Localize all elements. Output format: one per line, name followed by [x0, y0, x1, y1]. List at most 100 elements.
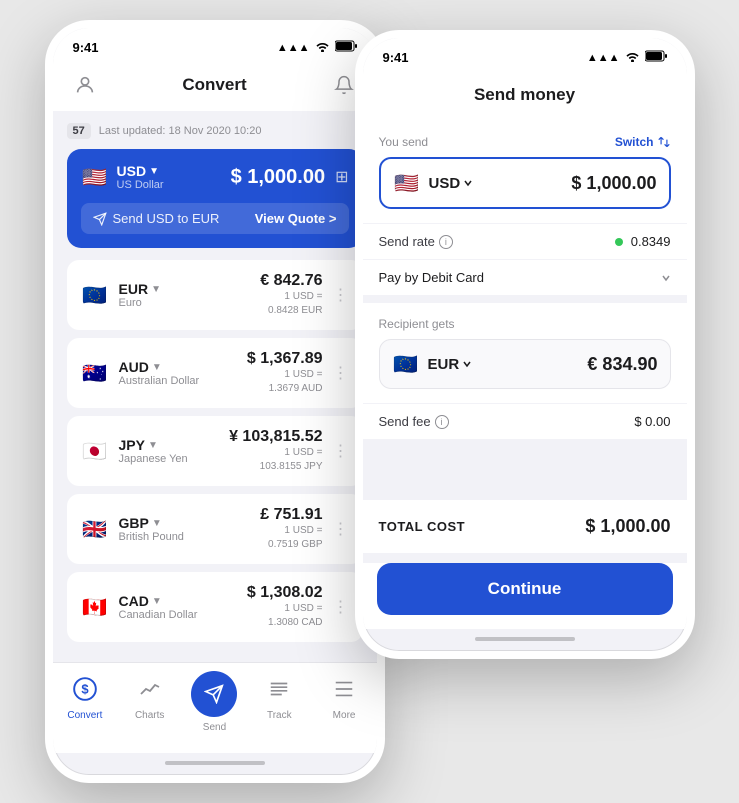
convert-tab-icon: $ — [67, 671, 103, 707]
update-badge: 57 — [67, 123, 91, 139]
send-flag: 🇺🇸 — [393, 169, 421, 197]
you-send-row[interactable]: 🇺🇸 USD $ 1,000.00 — [379, 157, 671, 209]
you-send-label: You send Switch — [379, 135, 671, 149]
send-currency-code: USD — [429, 175, 474, 192]
calculator-icon[interactable]: ⊞ — [335, 167, 348, 187]
eur-options[interactable]: ⋮ — [333, 285, 349, 305]
eur-name: Euro — [119, 297, 161, 309]
continue-button[interactable]: Continue — [377, 563, 673, 615]
usd-flag: 🇺🇸 — [81, 163, 109, 191]
from-currency-code: USD ▼ — [117, 163, 164, 179]
gbp-code: GBP ▼ — [119, 515, 184, 531]
send-fee-info-icon[interactable]: i — [435, 415, 449, 429]
aud-name: Australian Dollar — [119, 375, 200, 387]
tab-convert[interactable]: $ Convert — [60, 671, 110, 733]
currency-row-eur[interactable]: 🇪🇺 EUR ▼ Euro € 842.76 1 USD =0.8428 EUR… — [67, 260, 363, 330]
currency-row-aud[interactable]: 🇦🇺 AUD ▼ Australian Dollar $ 1,367.89 1 … — [67, 338, 363, 408]
home-indicator-2 — [475, 637, 575, 641]
chevron-down-icon — [661, 273, 671, 283]
cad-rate: 1 USD =1.3080 CAD — [247, 602, 323, 630]
page-title-1: Convert — [182, 75, 246, 95]
eur-code: EUR ▼ — [119, 281, 161, 297]
tab-track[interactable]: Track — [254, 671, 304, 733]
last-updated-text: Last updated: 18 Nov 2020 10:20 — [99, 125, 262, 137]
send-rate-info-icon[interactable]: i — [439, 235, 453, 249]
pay-method-row[interactable]: Pay by Debit Card — [363, 260, 687, 295]
status-time-2: 9:41 — [383, 50, 409, 65]
tab-more[interactable]: More — [319, 671, 369, 733]
aud-amount: $ 1,367.89 — [247, 350, 323, 368]
cad-name: Canadian Dollar — [119, 609, 198, 621]
send-fee-label: Send fee i — [379, 414, 449, 429]
tab-send[interactable]: Send — [189, 671, 239, 733]
recipient-gets-row[interactable]: 🇪🇺 EUR € 834.90 — [379, 339, 671, 389]
gbp-flag: 🇬🇧 — [81, 515, 109, 543]
currency-row-cad[interactable]: 🇨🇦 CAD ▼ Canadian Dollar $ 1,308.02 1 US… — [67, 572, 363, 642]
recipient-currency-code: EUR — [428, 356, 473, 373]
tab-charts[interactable]: Charts — [125, 671, 175, 733]
total-cost-row: TOTAL COST $ 1,000.00 — [363, 499, 687, 553]
send-rate-row: Send rate i 0.8349 — [363, 224, 687, 259]
tab-more-label: More — [333, 710, 356, 721]
green-dot-icon — [615, 238, 623, 246]
switch-button[interactable]: Switch — [615, 135, 671, 149]
from-currency-selector[interactable]: 🇺🇸 USD ▼ US Dollar — [81, 163, 164, 191]
wifi-icon — [315, 40, 330, 55]
svg-text:$: $ — [81, 681, 89, 696]
nav-bar-1: Convert — [53, 61, 377, 111]
send-rate-value: 0.8349 — [615, 234, 670, 249]
jpy-options[interactable]: ⋮ — [333, 441, 349, 461]
nav-bar-2: Send money — [363, 71, 687, 121]
jpy-code: JPY ▼ — [119, 437, 188, 453]
from-currency-name: US Dollar — [117, 179, 164, 191]
tab-bar-1: $ Convert Charts — [53, 662, 377, 753]
recipient-gets-section: Recipient gets 🇪🇺 EUR € 834.90 — [363, 303, 687, 403]
phone-convert: 9:41 ▲▲▲ Convert 57 — [45, 20, 385, 783]
status-icons-2: ▲▲▲ — [587, 50, 667, 65]
tab-convert-label: Convert — [67, 710, 102, 721]
signal-icon-2: ▲▲▲ — [587, 52, 620, 64]
battery-icon — [335, 40, 357, 55]
last-updated-bar: 57 Last updated: 18 Nov 2020 10:20 — [67, 123, 363, 139]
main-content-1: 57 Last updated: 18 Nov 2020 10:20 🇺🇸 US… — [53, 111, 377, 662]
spacer — [363, 439, 687, 499]
gbp-options[interactable]: ⋮ — [333, 519, 349, 539]
gbp-name: British Pound — [119, 531, 184, 543]
pay-method-label: Pay by Debit Card — [379, 270, 485, 285]
status-bar-2: 9:41 ▲▲▲ — [363, 38, 687, 71]
recipient-amount: € 834.90 — [587, 354, 657, 375]
eur-amount: € 842.76 — [260, 272, 322, 290]
status-bar-1: 9:41 ▲▲▲ — [53, 28, 377, 61]
tab-track-label: Track — [267, 710, 292, 721]
cad-code: CAD ▼ — [119, 593, 198, 609]
signal-icon: ▲▲▲ — [277, 42, 310, 54]
gbp-rate: 1 USD =0.7519 GBP — [260, 524, 322, 552]
home-indicator-1 — [165, 761, 265, 765]
cad-flag: 🇨🇦 — [81, 593, 109, 621]
recipient-flag: 🇪🇺 — [392, 350, 420, 378]
from-currency-card[interactable]: 🇺🇸 USD ▼ US Dollar $ 1,000.00 ⊞ — [67, 149, 363, 248]
currency-row-gbp[interactable]: 🇬🇧 GBP ▼ British Pound £ 751.91 1 USD =0… — [67, 494, 363, 564]
eur-flag: 🇪🇺 — [81, 281, 109, 309]
send-amount: $ 1,000.00 — [571, 173, 656, 194]
send-fee-value: $ 0.00 — [634, 414, 670, 429]
jpy-amount: ¥ 103,815.52 — [229, 428, 322, 446]
view-quote-btn[interactable]: View Quote > — [255, 211, 337, 226]
more-tab-icon — [326, 671, 362, 707]
person-icon[interactable] — [69, 69, 101, 101]
page-title-2: Send money — [474, 85, 575, 105]
cad-options[interactable]: ⋮ — [333, 597, 349, 617]
phone-send-money: 9:41 ▲▲▲ Send money — [355, 30, 695, 659]
you-send-section: You send Switch 🇺🇸 USD $ 1,000.00 — [363, 121, 687, 223]
aud-code: AUD ▼ — [119, 359, 200, 375]
tab-charts-label: Charts — [135, 710, 164, 721]
send-rate-label: Send rate i — [379, 234, 453, 249]
total-cost-label: TOTAL COST — [379, 519, 466, 534]
send-quote-row[interactable]: Send USD to EUR View Quote > — [81, 203, 349, 234]
send-fee-row: Send fee i $ 0.00 — [363, 404, 687, 439]
status-time-1: 9:41 — [73, 40, 99, 55]
currency-row-jpy[interactable]: 🇯🇵 JPY ▼ Japanese Yen ¥ 103,815.52 1 USD… — [67, 416, 363, 486]
aud-options[interactable]: ⋮ — [333, 363, 349, 383]
from-currency-amount: $ 1,000.00 — [231, 166, 326, 189]
currency-list: 🇪🇺 EUR ▼ Euro € 842.76 1 USD =0.8428 EUR… — [67, 260, 363, 642]
